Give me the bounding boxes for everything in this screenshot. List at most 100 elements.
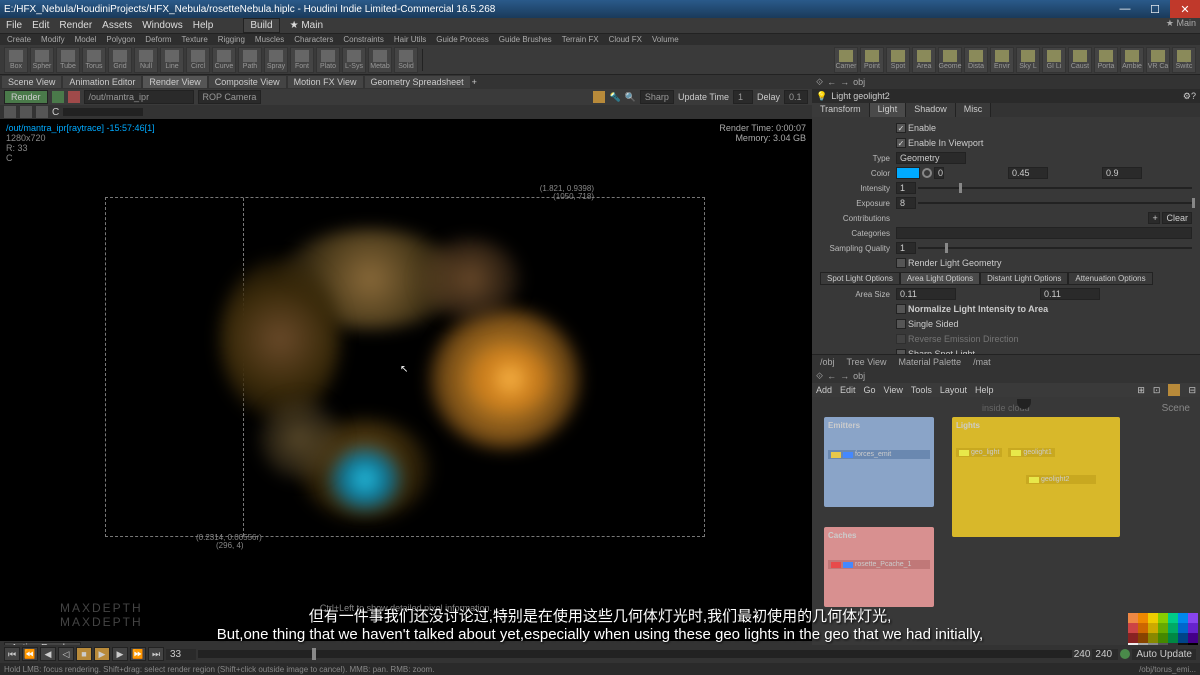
- tool-font[interactable]: Font: [290, 47, 314, 73]
- menu-windows[interactable]: Windows: [142, 20, 183, 31]
- menu-help[interactable]: Help: [193, 20, 214, 31]
- network-menu-item[interactable]: Tools: [911, 385, 932, 395]
- fwd-icon[interactable]: →: [840, 77, 849, 87]
- frame-field[interactable]: 33: [166, 649, 196, 660]
- shelf-tab[interactable]: Cloud FX: [606, 35, 645, 44]
- tool-point-light[interactable]: Point: [860, 47, 884, 73]
- layout-dropdown[interactable]: Build: [243, 18, 279, 33]
- shelf-tab[interactable]: Hair Utils: [391, 35, 429, 44]
- network-path-field[interactable]: obj: [853, 371, 1196, 381]
- network-menu-item[interactable]: Go: [864, 385, 876, 395]
- add-tab-button[interactable]: +: [472, 77, 477, 87]
- emitters-box[interactable]: Emitters forces_emit: [824, 417, 934, 507]
- play-button[interactable]: ▶: [94, 647, 110, 661]
- prev-frame-button[interactable]: ◀: [40, 647, 56, 661]
- shelf-tab[interactable]: Rigging: [215, 35, 248, 44]
- tool-switcher[interactable]: Switc: [1172, 47, 1196, 73]
- enable-viewport-checkbox[interactable]: ✓: [896, 138, 906, 148]
- menu-assets[interactable]: Assets: [102, 20, 132, 31]
- pane-tab[interactable]: Composite View: [209, 76, 286, 88]
- intensity-field[interactable]: 1: [896, 182, 916, 194]
- exposure-field[interactable]: 8: [896, 197, 916, 209]
- normalize-checkbox[interactable]: [896, 304, 906, 314]
- network-tab[interactable]: /obj: [816, 357, 839, 367]
- shelf-tab[interactable]: Modify: [38, 35, 68, 44]
- pin-icon[interactable]: ⟐: [816, 371, 823, 382]
- shelf-tab[interactable]: Volume: [649, 35, 682, 44]
- tool-vr-camera[interactable]: VR Ca: [1146, 47, 1170, 73]
- shelf-tab[interactable]: Terrain FX: [559, 35, 602, 44]
- maximize-button[interactable]: ☐: [1140, 0, 1170, 18]
- tool-distant-light[interactable]: Dista: [964, 47, 988, 73]
- param-tab[interactable]: Misc: [956, 103, 992, 117]
- next-key-button[interactable]: ⏩: [130, 647, 146, 661]
- close-button[interactable]: ✕: [1170, 0, 1200, 18]
- tool-sky-light[interactable]: Sky L: [1016, 47, 1040, 73]
- menu-edit[interactable]: Edit: [32, 20, 49, 31]
- pin-icon[interactable]: ⟐: [816, 77, 823, 88]
- color-b-field[interactable]: 0: [934, 167, 944, 179]
- shelf-tab[interactable]: Guide Process: [433, 35, 491, 44]
- tool-camera[interactable]: Camer: [834, 47, 858, 73]
- tool-metaball[interactable]: Metab: [368, 47, 392, 73]
- tool-spot-light[interactable]: Spot: [886, 47, 910, 73]
- sharpspot-checkbox[interactable]: [896, 349, 906, 354]
- net-tool-icon[interactable]: [1168, 384, 1180, 396]
- pane-tab[interactable]: Scene View: [2, 76, 61, 88]
- zoom-icon[interactable]: 🔍: [625, 92, 636, 103]
- prev-key-button[interactable]: ⏪: [22, 647, 38, 661]
- home-icon[interactable]: [4, 106, 16, 118]
- tool-torus[interactable]: Torus: [82, 47, 106, 73]
- network-tab[interactable]: Material Palette: [895, 357, 966, 367]
- shelf-tab[interactable]: Create: [4, 35, 34, 44]
- pane-tab[interactable]: Geometry Spreadsheet: [365, 76, 470, 88]
- node-geolight1[interactable]: geolight1: [1008, 448, 1054, 457]
- add-contrib-button[interactable]: +: [1148, 212, 1160, 224]
- tool-sphere[interactable]: Spher: [30, 47, 54, 73]
- node-cache[interactable]: rosette_Pcache_1: [828, 560, 930, 569]
- tool-path[interactable]: Path: [238, 47, 262, 73]
- snapshot-icon[interactable]: [52, 91, 64, 103]
- sharp-dropdown[interactable]: Sharp: [640, 90, 674, 104]
- areasize-x-field[interactable]: 0.11: [896, 288, 956, 300]
- sampling-quality-slider[interactable]: [918, 247, 1192, 249]
- shelf-tab[interactable]: Guide Brushes: [496, 35, 555, 44]
- areasize-y-field[interactable]: 0.11: [1040, 288, 1100, 300]
- rop-path-field[interactable]: /out/mantra_ipr: [84, 90, 194, 104]
- minimize-button[interactable]: —: [1110, 0, 1140, 18]
- net-tool-icon[interactable]: ⊟: [1188, 385, 1196, 396]
- shelf-tab[interactable]: Deform: [142, 35, 174, 44]
- delay-field[interactable]: 0.1: [784, 90, 808, 104]
- network-menu-item[interactable]: Edit: [840, 385, 856, 395]
- tool-portal-light[interactable]: Porta: [1094, 47, 1118, 73]
- network-menu-item[interactable]: Layout: [940, 385, 967, 395]
- timeline-slider[interactable]: [198, 650, 1072, 658]
- tool-line[interactable]: Line: [160, 47, 184, 73]
- first-frame-button[interactable]: ⏮: [4, 647, 20, 661]
- next-frame-button[interactable]: ▶: [112, 647, 128, 661]
- menu-file[interactable]: File: [6, 20, 22, 31]
- last-frame-button[interactable]: ⏭: [148, 647, 164, 661]
- network-menu-item[interactable]: View: [884, 385, 903, 395]
- tool-solids[interactable]: Solid: [394, 47, 418, 73]
- shelf-tab[interactable]: Characters: [291, 35, 336, 44]
- stop-button[interactable]: ■: [76, 647, 92, 661]
- tool-l-system[interactable]: L-Sys: [342, 47, 366, 73]
- stop-icon[interactable]: [68, 91, 80, 103]
- help-icon[interactable]: ?: [1191, 91, 1196, 101]
- tool-grid[interactable]: Grid: [108, 47, 132, 73]
- play-back-button[interactable]: ◁: [58, 647, 74, 661]
- light-subtab[interactable]: Area Light Options: [900, 272, 980, 285]
- param-tab[interactable]: Light: [870, 103, 907, 117]
- param-tab[interactable]: Shadow: [906, 103, 956, 117]
- param-tab[interactable]: Transform: [812, 103, 870, 117]
- network-tab[interactable]: /mat: [969, 357, 995, 367]
- sampling-quality-field[interactable]: 1: [896, 242, 916, 254]
- color-v1-field[interactable]: 0.45: [1008, 167, 1048, 179]
- param-path-field[interactable]: obj: [853, 77, 1196, 87]
- pane-tab[interactable]: Render View: [143, 76, 206, 88]
- shelf-tab[interactable]: Texture: [179, 35, 211, 44]
- back-icon[interactable]: ←: [827, 371, 836, 381]
- exposure-slider[interactable]: [63, 108, 143, 116]
- lights-box[interactable]: Lights geo_light geolight1 geolight2: [952, 417, 1120, 537]
